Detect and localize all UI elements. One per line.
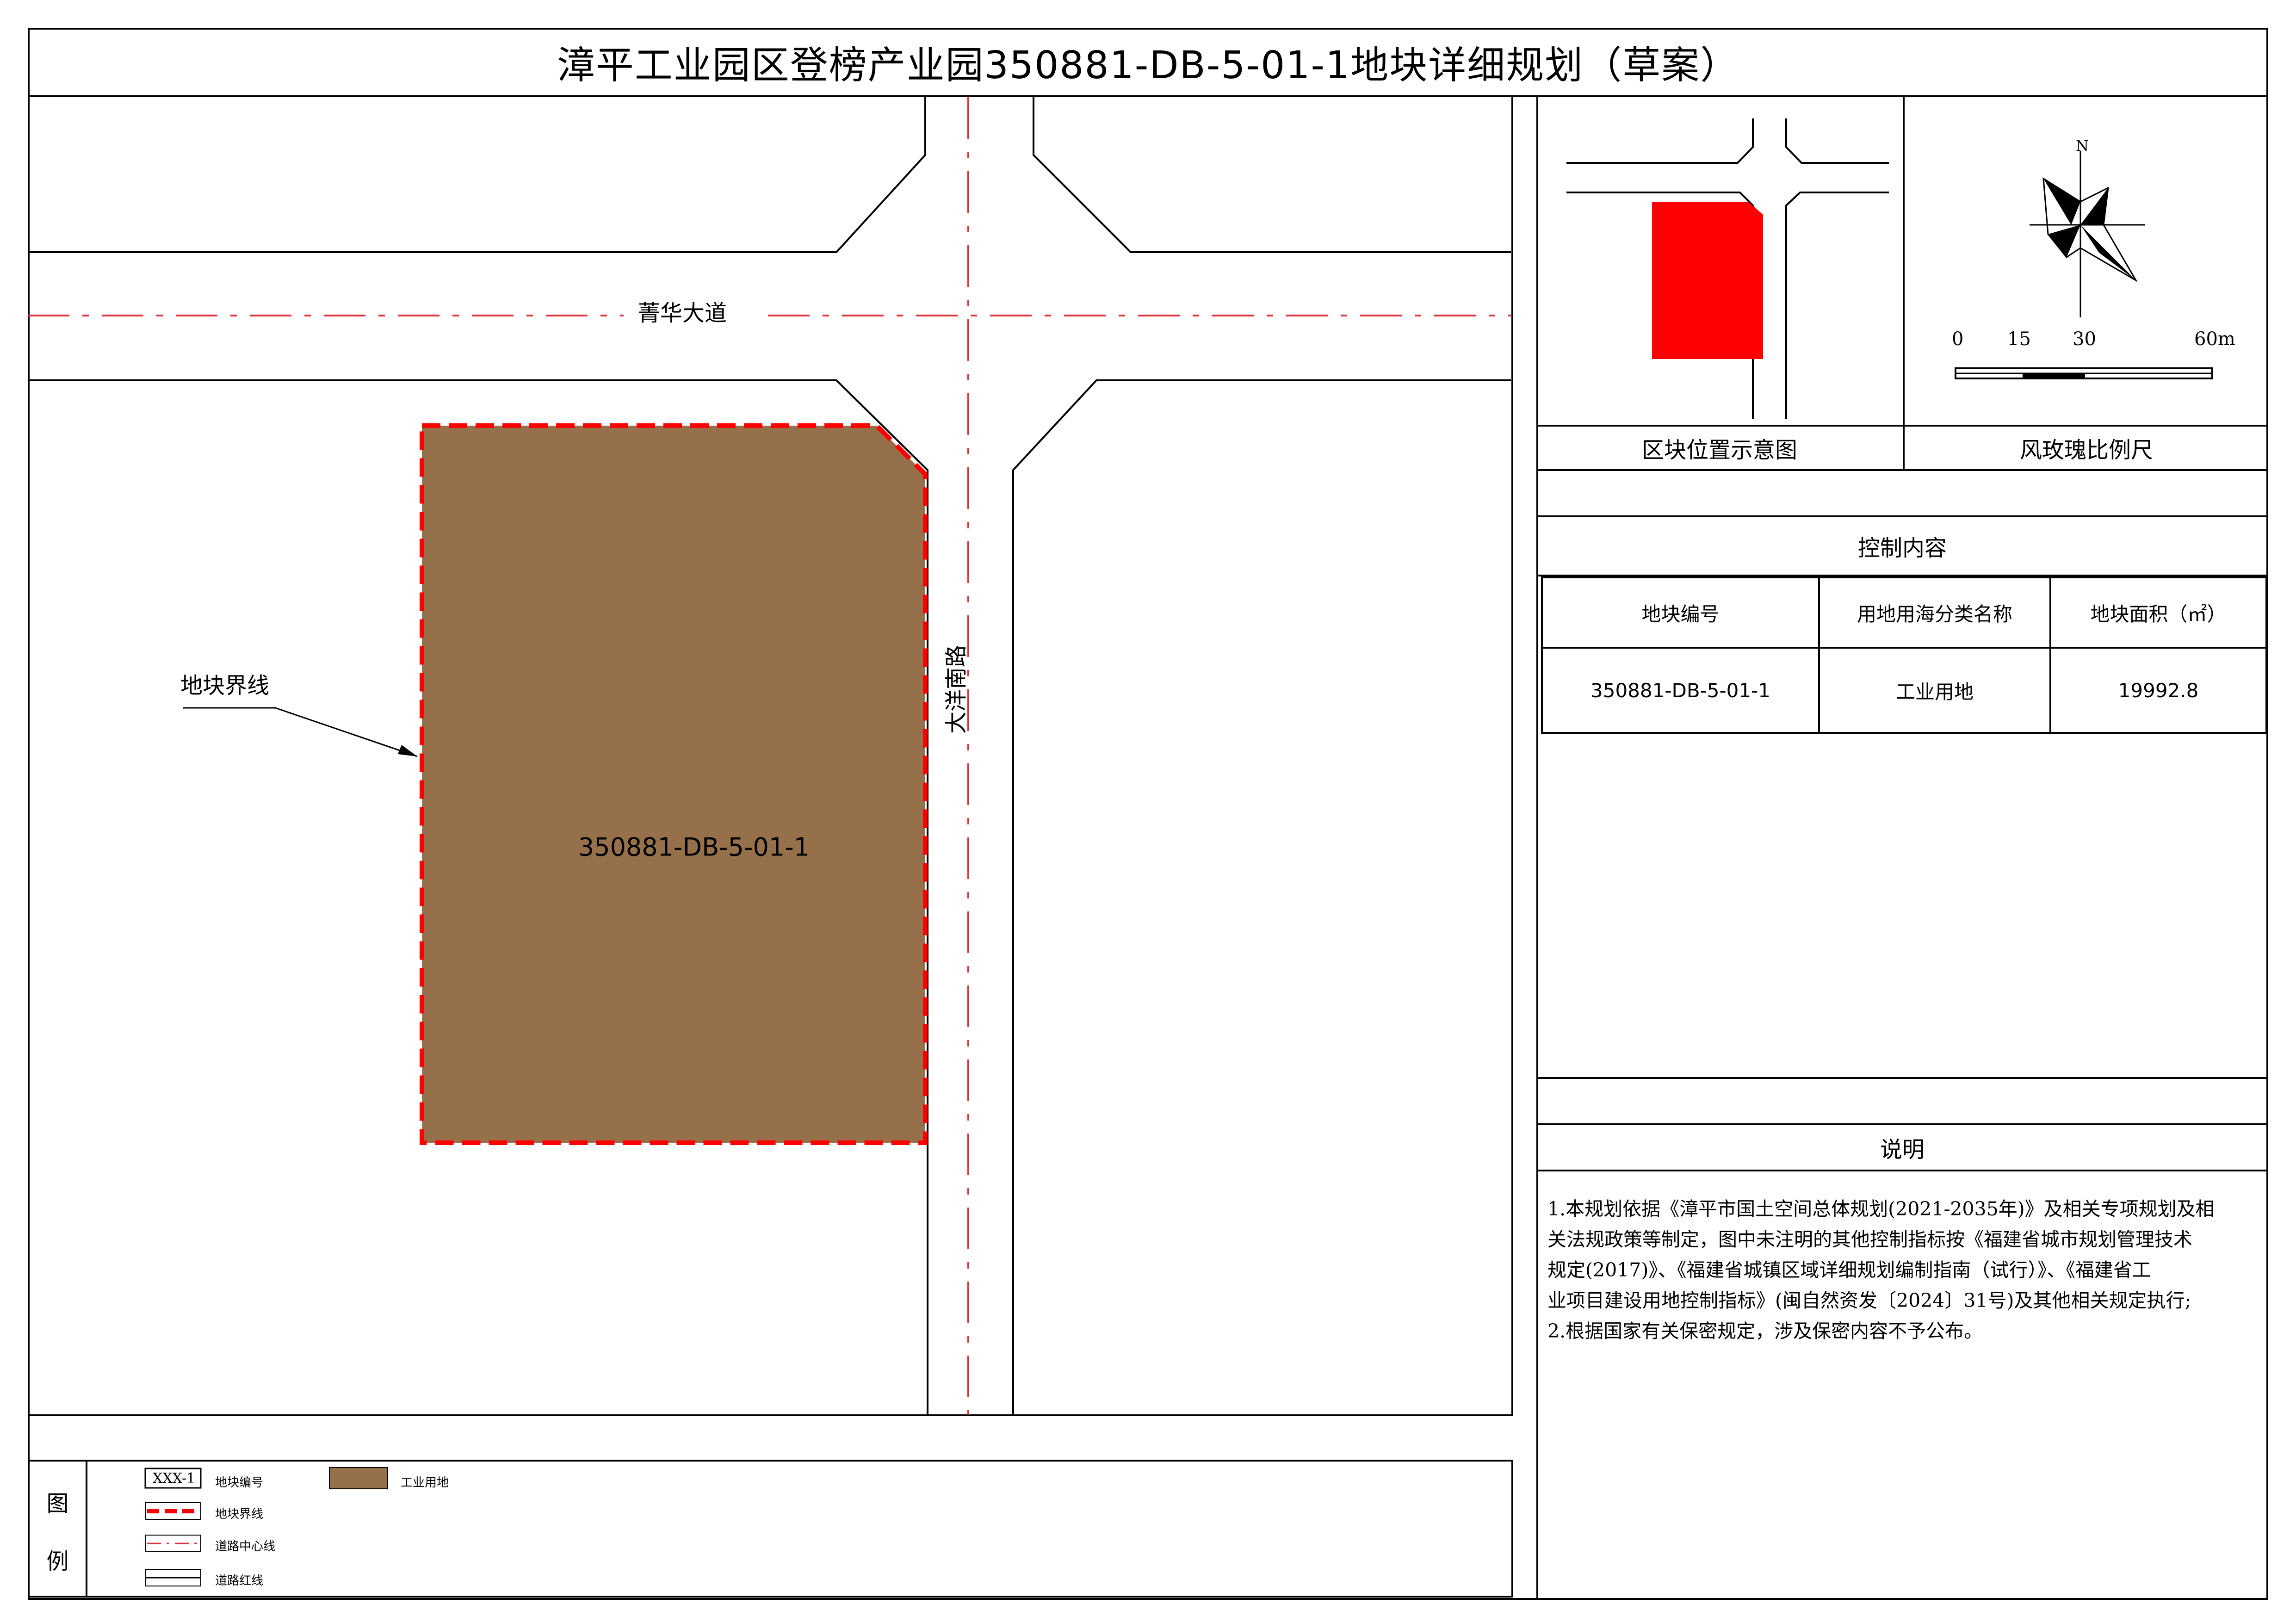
note-line: 规定(2017)》、《福建省城镇区域详细规划编制指南（试行）》、《福建省工	[1547, 1259, 2151, 1281]
scale-label-30: 30	[2073, 328, 2096, 350]
notes-header: 说明	[1880, 1137, 1925, 1163]
boundary-callout-leader	[183, 707, 418, 757]
legend-label-industrial: 工业用地	[401, 1476, 449, 1490]
scale-label-60m: 60m	[2194, 328, 2235, 350]
note-line: 业项目建设用地控制指标》(闽自然资发〔2024〕31号)及其他相关规定执行;	[1547, 1289, 2191, 1312]
location-sketch	[1566, 118, 1889, 419]
location-caption: 区块位置示意图	[1641, 437, 1797, 463]
legend-parcel-code-sample: XXX-1	[153, 1470, 196, 1487]
table-header-landuse: 用地用海分类名称	[1857, 602, 2012, 626]
road-red-line-se	[1012, 379, 1511, 1415]
parcel-industrial	[422, 426, 925, 1143]
site-map: 菁华大道 大洋南路 350881-DB-5-01-1 地块界线	[28, 97, 1511, 1415]
table-header-area: 地块面积（㎡）	[2090, 602, 2227, 626]
table-cell-parcel-id: 350881-DB-5-01-1	[1590, 679, 1770, 702]
north-label: N	[2076, 137, 2089, 155]
road-red-line-ne	[1033, 97, 1511, 253]
scale-label-0: 0	[1952, 328, 1963, 350]
notes-body: 1.本规划依据《漳平市国土空间总体规划(2021-2035年)》及相关专项规划及…	[1547, 1194, 2218, 1346]
rose-caption: 风玫瑰比例尺	[2019, 437, 2153, 463]
page-title: 漳平工业园区登榜产业园350881-DB-5-01-1地块详细规划（草案）	[28, 28, 2268, 97]
scale-label-15: 15	[2007, 328, 2031, 350]
parcel-id-label: 350881-DB-5-01-1	[578, 833, 810, 862]
table-cell-area: 19992.8	[2118, 679, 2199, 702]
location-highlight	[1652, 202, 1763, 359]
caption-row-bottom-line	[1536, 469, 2268, 471]
legend-label-centerline: 道路中心线	[215, 1540, 276, 1554]
callout-arrowhead	[398, 745, 417, 756]
legend-label-red-line: 道路红线	[215, 1574, 264, 1588]
note-line: 2.根据国家有关保密规定，涉及保密内容不予公布。	[1547, 1320, 1983, 1342]
boundary-callout-label: 地块界线	[180, 673, 269, 699]
table-cell-landuse: 工业用地	[1895, 680, 1974, 703]
table-header-parcel-id: 地块编号	[1641, 602, 1720, 626]
road-label-jinghua: 菁华大道	[638, 300, 727, 326]
legend-header-top: 图	[46, 1491, 69, 1517]
legend-header-divider	[86, 1460, 87, 1598]
wind-rose-scale: N 0 15 30 60m	[1952, 137, 2235, 379]
road-label-dayang: 大洋南路	[943, 645, 969, 734]
legend-label-boundary: 地块界线	[215, 1507, 264, 1521]
legend-header-bottom: 例	[46, 1549, 69, 1574]
note-line: 关法规政策等制定，图中未注明的其他控制指标按《福建省城市规划管理技术	[1547, 1228, 2192, 1251]
road-red-line-nw	[28, 97, 926, 253]
notes-header-bottom-line	[1536, 1170, 2268, 1171]
control-header: 控制内容	[1857, 535, 1947, 561]
note-line: 1.本规划依据《漳平市国土空间总体规划(2021-2035年)》及相关专项规划及…	[1547, 1198, 2215, 1220]
notes-header-top-line	[1536, 1077, 2268, 1079]
legend-label-parcel-code: 地块编号	[215, 1476, 264, 1490]
